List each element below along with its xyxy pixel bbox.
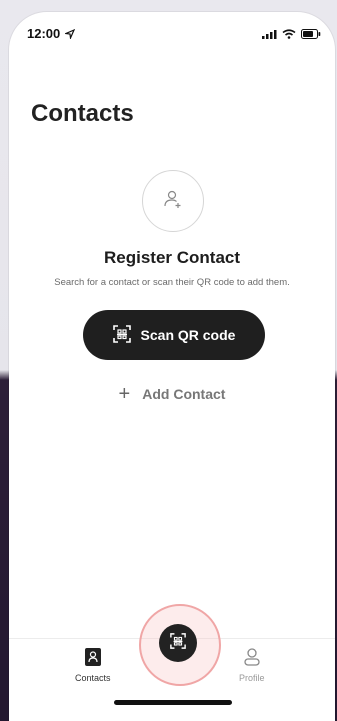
battery-icon xyxy=(301,26,321,44)
wifi-icon xyxy=(282,26,296,44)
phone-screen: 12:00 Contacts Register Contact Search f… xyxy=(9,12,335,721)
tab-contacts-label: Contacts xyxy=(75,673,111,683)
qr-scan-icon xyxy=(170,632,186,654)
tab-contacts[interactable]: Contacts xyxy=(75,647,111,683)
scan-qr-label: Scan QR code xyxy=(140,327,236,343)
status-time: 12:00 xyxy=(27,26,61,41)
add-person-avatar xyxy=(142,170,204,232)
register-contact-title: Register Contact xyxy=(103,248,241,267)
profile-icon xyxy=(243,647,261,669)
add-contact-label: Add Contact xyxy=(142,386,226,402)
tab-profile-label: Profile xyxy=(239,673,265,683)
add-user-icon xyxy=(162,188,184,215)
status-icons xyxy=(262,26,321,44)
contacts-book-icon xyxy=(84,647,102,669)
home-indicator xyxy=(114,700,232,705)
status-bar: 12:00 xyxy=(9,12,335,52)
register-contact-subtitle: Search for a contact or scan their QR co… xyxy=(54,277,290,288)
tab-profile[interactable]: Profile xyxy=(239,647,265,683)
plus-icon: + xyxy=(118,383,131,405)
page-title: Contacts xyxy=(31,100,134,127)
qr-scan-icon xyxy=(112,324,131,346)
location-arrow-icon xyxy=(63,26,76,44)
add-contact-button[interactable]: + Add Contact xyxy=(9,384,335,404)
scan-fab-button[interactable] xyxy=(159,624,197,662)
signal-icon xyxy=(262,26,277,44)
scan-qr-button[interactable]: Scan QR code xyxy=(83,310,265,360)
